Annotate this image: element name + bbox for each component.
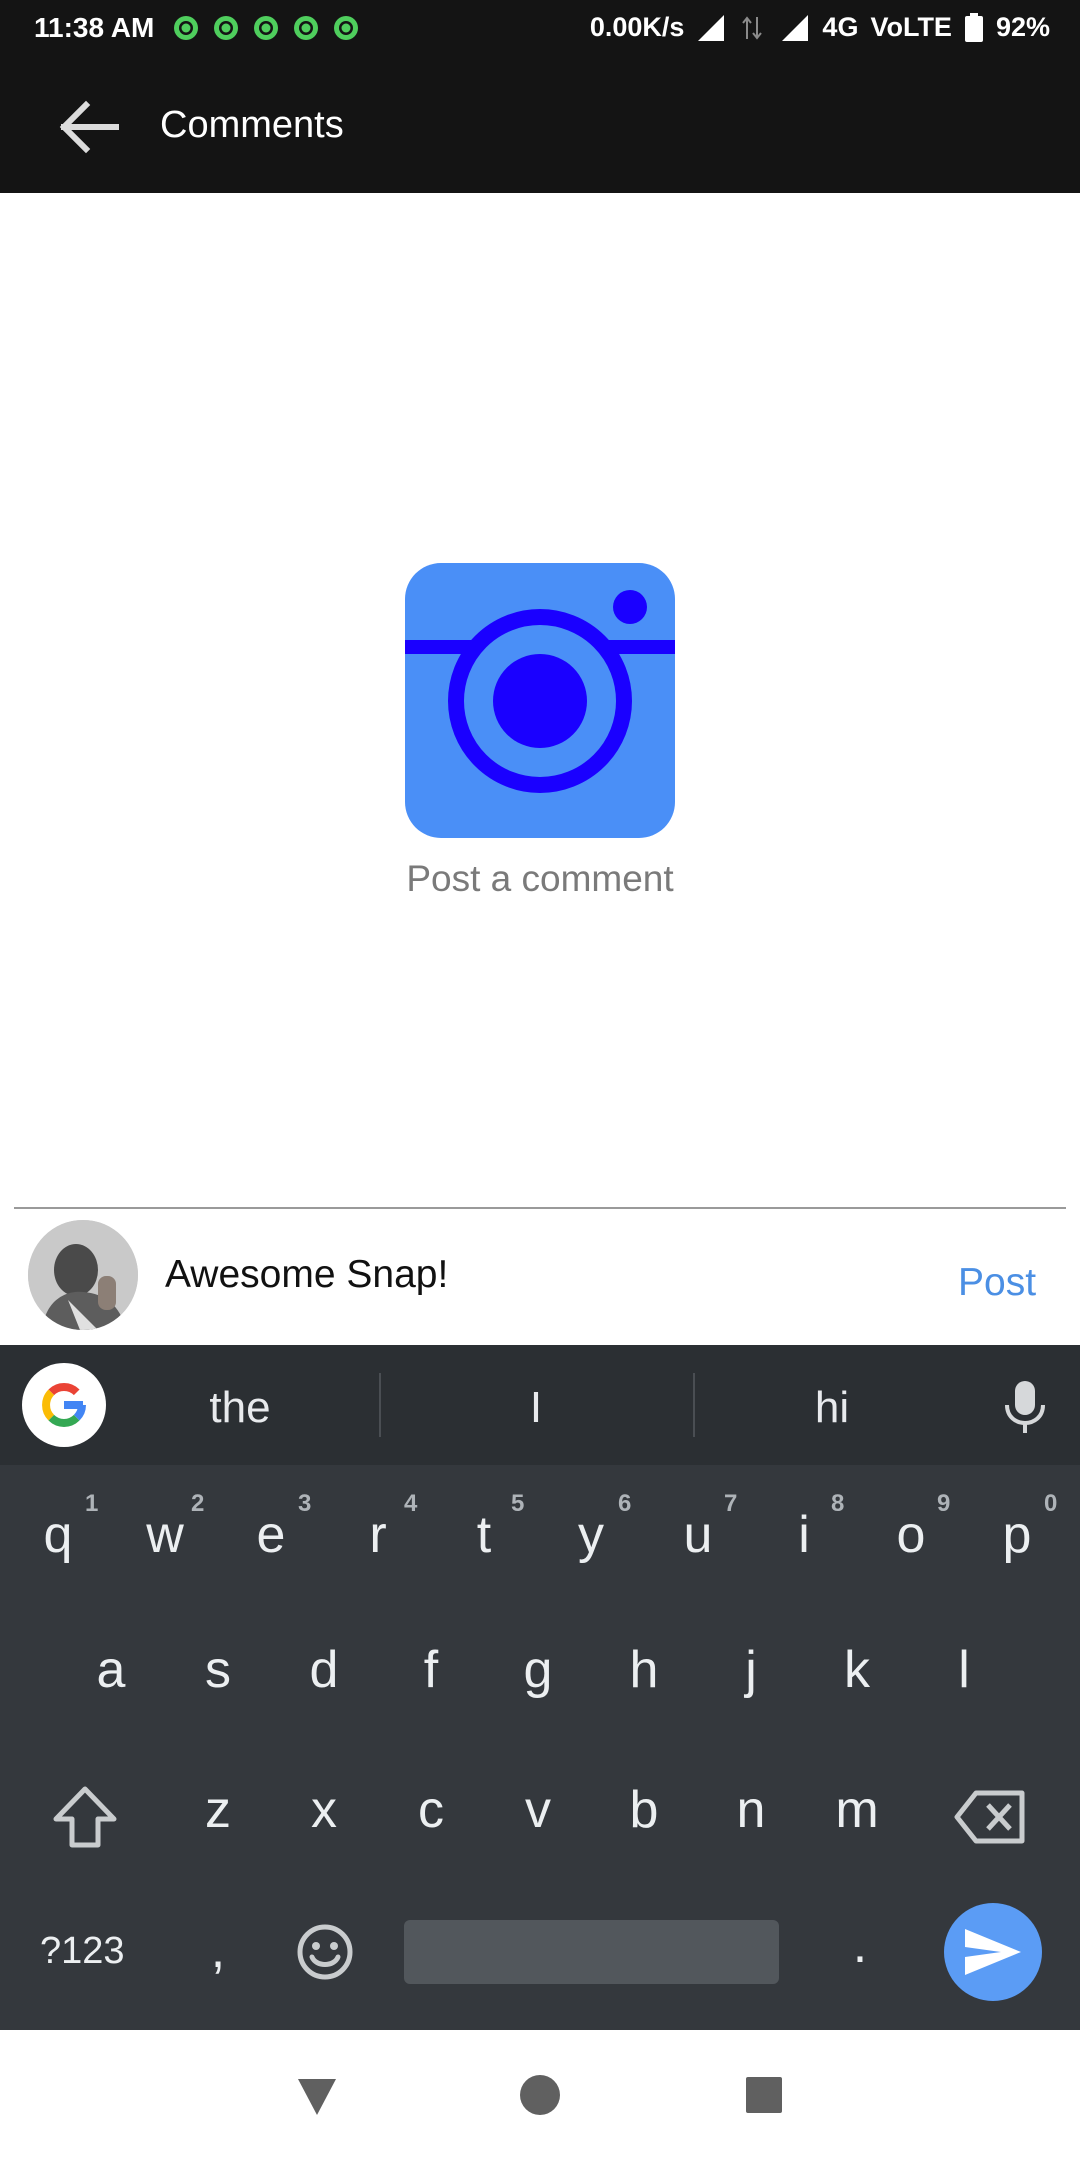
key-hint: 1 [85,1490,99,1517]
space-bar[interactable] [404,1920,779,1984]
key-comma[interactable]: , [168,1920,268,1980]
suggestion-1[interactable]: the [140,1383,340,1433]
signal-icon [782,14,809,41]
notification-icons [172,14,360,42]
whatsapp-icon [254,16,278,40]
suggestion-strip: the I hi [0,1345,1080,1465]
network-type: 4G [822,12,859,42]
suggestion-2[interactable]: I [436,1383,636,1433]
nav-home-icon[interactable] [520,2075,560,2115]
arrow-left-icon [59,100,119,154]
key-a[interactable]: a [61,1640,161,1700]
whatsapp-icon [334,16,358,40]
send-icon [965,1929,1021,1975]
key-f[interactable]: f [381,1640,481,1700]
comment-input[interactable] [165,1245,865,1305]
key-h[interactable]: h [594,1640,694,1700]
google-icon [42,1383,86,1427]
status-time: 11:38 AM [34,12,155,43]
signal-icon [698,14,725,41]
key-hint: 2 [191,1490,205,1517]
microphone-icon[interactable] [1000,1379,1050,1435]
send-button[interactable] [944,1903,1042,2001]
key-d[interactable]: d [274,1640,374,1700]
key-hint: 0 [1044,1490,1058,1517]
key-hint: 5 [511,1490,525,1517]
data-arrows-icon [742,15,763,40]
battery-level: 92% [995,12,1050,42]
whatsapp-icon [294,16,318,40]
page-title: Comments [160,104,344,146]
key-k[interactable]: k [807,1640,907,1700]
key-b[interactable]: b [594,1780,694,1840]
shift-icon[interactable] [52,1785,118,1849]
status-bar: 11:38 AM 0.00K/s 4G VoLTE 92% [0,0,1080,58]
camera-icon [405,563,675,838]
system-nav-bar [0,2030,1080,2160]
emoji-icon[interactable] [296,1923,354,1981]
key-hint: 6 [618,1490,632,1517]
key-hint: 9 [937,1490,951,1517]
suggestion-3[interactable]: hi [732,1383,932,1433]
suggestion-separator [379,1373,381,1437]
status-right: 0.00K/s 4G VoLTE 92% [590,12,1050,43]
net-speed: 0.00K/s [589,12,685,42]
whatsapp-icon [174,16,198,40]
battery-icon [964,12,983,42]
key-hint: 4 [404,1490,418,1517]
key-g[interactable]: g [488,1640,588,1700]
key-hint: 3 [298,1490,312,1517]
symbols-key[interactable]: ?123 [40,1930,125,1973]
nav-recents-icon[interactable] [746,2077,782,2113]
nav-back-icon[interactable] [296,2075,338,2117]
key-v[interactable]: v [488,1780,588,1840]
backspace-icon[interactable] [954,1789,1026,1845]
key-l[interactable]: l [914,1640,1014,1700]
key-c[interactable]: c [381,1780,481,1840]
volte-label: VoLTE [870,12,952,42]
google-button[interactable] [22,1363,106,1447]
avatar [28,1220,138,1330]
empty-state: Post a comment [0,193,1080,1203]
back-button[interactable] [48,92,128,162]
key-period[interactable]: . [810,1915,910,1975]
key-n[interactable]: n [701,1780,801,1840]
user-avatar-icon [28,1220,138,1330]
empty-state-text: Post a comment [406,858,674,899]
whatsapp-icon [214,16,238,40]
suggestion-separator [693,1373,695,1437]
key-s[interactable]: s [168,1640,268,1700]
key-j[interactable]: j [701,1640,801,1700]
post-button[interactable]: Post [958,1261,1036,1305]
key-hint: 8 [831,1490,845,1517]
key-m[interactable]: m [807,1780,907,1840]
key-x[interactable]: x [274,1780,374,1840]
key-z[interactable]: z [168,1780,268,1840]
comment-composer: Post [0,1209,1080,1344]
key-hint: 7 [724,1490,738,1517]
app-bar: Comments [0,58,1080,193]
keyboard: the I hi q 1 w 2 e 3 r 4 t 5 y 6 u 7 i 8… [0,1345,1080,2030]
